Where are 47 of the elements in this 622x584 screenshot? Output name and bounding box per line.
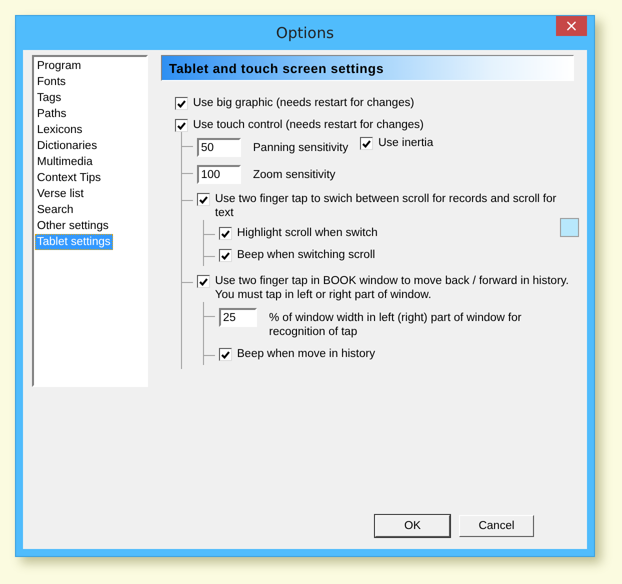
check-icon [177,100,186,108]
category-item[interactable]: Context Tips [35,170,103,186]
check-icon [221,350,230,358]
checkbox-label: Beep when switching scroll [237,248,376,262]
field-label: Zoom sensitivity [253,168,336,182]
category-item[interactable]: Tags [35,90,64,106]
checkbox[interactable] [219,348,232,361]
checkbox[interactable] [175,97,188,110]
category-item[interactable]: Dictionaries [35,138,100,154]
checkbox-label: Use inertia [378,136,434,150]
checkbox[interactable] [197,193,210,206]
window-title: Options [276,24,334,42]
dialog-button[interactable]: Cancel [459,515,534,537]
checkbox-label: Beep when move in history [237,347,376,361]
number-field[interactable]: 25 [219,308,257,327]
checkbox[interactable] [219,227,232,240]
number-field[interactable]: 50 [197,138,241,157]
check-icon [362,140,372,148]
close-button[interactable]: × [556,16,587,36]
category-item[interactable]: Paths [35,106,68,122]
category-item[interactable]: Multimedia [35,154,95,170]
checkbox-label: Use two finger tap to swich between scroll for records and scroll for text [215,192,558,220]
checkbox-label: Use touch control (needs restart for changes) [193,118,424,132]
checkbox[interactable] [219,249,232,262]
category-item[interactable]: Search [35,202,76,218]
category-item[interactable]: Verse list [35,186,86,202]
color-swatch[interactable] [560,218,579,237]
check-icon [221,252,230,260]
category-item[interactable]: Lexicons [35,122,84,138]
check-icon [199,278,208,286]
number-field[interactable]: 100 [197,165,241,184]
field-label: % of window width in left (right) part of window for recognition of tap [269,311,522,339]
checkbox[interactable] [197,275,210,288]
check-icon [177,122,186,130]
category-item[interactable]: Fonts [35,74,68,90]
check-icon [221,230,230,238]
field-label: Panning sensitivity [253,141,348,155]
check-icon [199,196,208,204]
checkbox-label: Use big graphic (needs restart for changes) [193,96,414,110]
checkbox-label: Use two finger tap in BOOK window to move back / forward in history. You must tap in left or right part of window. [215,274,570,302]
section-header: Tablet and touch screen settings [161,55,574,81]
dialog-button[interactable]: OK [375,515,450,537]
category-item[interactable]: Other settings [35,218,111,234]
checkbox-label: Highlight scroll when switch [237,226,378,240]
category-item[interactable]: Program [35,58,84,74]
checkbox[interactable] [175,119,188,132]
checkbox[interactable] [360,137,374,150]
